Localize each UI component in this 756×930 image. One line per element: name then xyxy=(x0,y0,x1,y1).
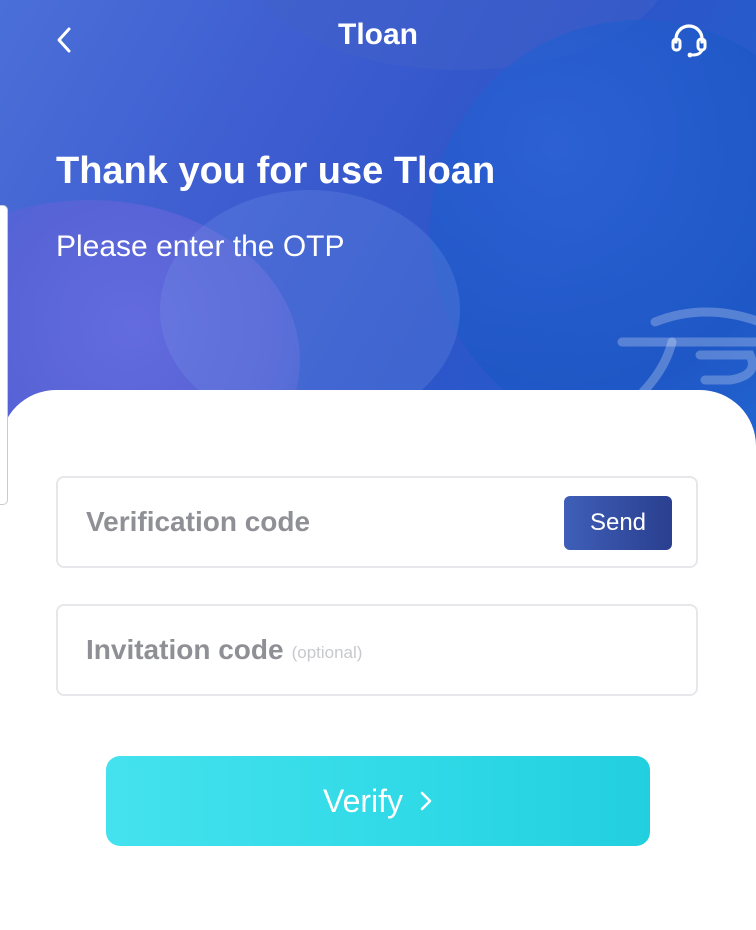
app-title: Tloan xyxy=(338,18,418,51)
invitation-code-field: Invitation code (optional) xyxy=(56,604,698,696)
verify-button-label: Verify xyxy=(322,782,404,819)
customer-support-button[interactable] xyxy=(666,18,712,62)
chevron-left-icon xyxy=(57,27,71,53)
edge-drag-handle[interactable] xyxy=(0,205,8,505)
invitation-code-input[interactable] xyxy=(58,606,696,694)
send-code-button[interactable]: Send xyxy=(564,496,672,550)
verification-code-field: Send xyxy=(56,476,698,568)
otp-screen: Tloan Thank you for use Tloan Please ent… xyxy=(0,0,756,930)
top-bar: Tloan xyxy=(0,0,756,80)
page-title: Thank you for use Tloan xyxy=(56,150,496,192)
page-subtitle: Please enter the OTP xyxy=(56,230,345,263)
verify-button[interactable]: Verify xyxy=(106,756,650,846)
headset-icon xyxy=(671,24,707,58)
chevron-right-icon xyxy=(419,790,433,812)
back-button[interactable] xyxy=(44,20,84,60)
